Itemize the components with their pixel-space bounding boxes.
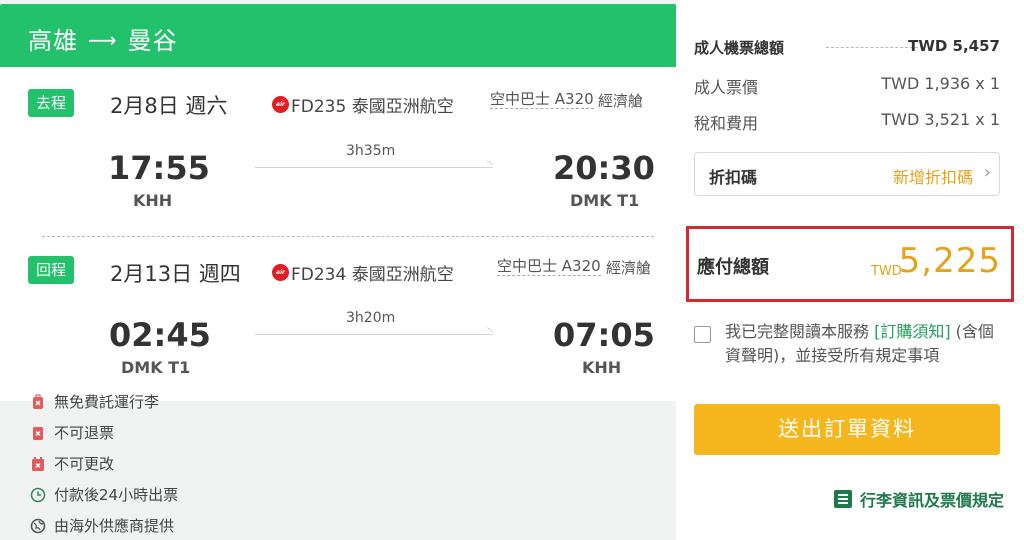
route-header: 高雄 ⟶ 曼谷 — [0, 4, 676, 67]
segment-tag: 回程 — [28, 256, 74, 284]
chevron-right-icon: › — [983, 162, 991, 183]
route-title: 高雄 ⟶ 曼谷 — [28, 21, 178, 56]
terms-text: 我已完整閱讀本服務 [訂購須知] (含個資聲明)，並接受所有規定事項 — [725, 322, 994, 365]
aircraft-type[interactable]: 空中巴士 A320 — [497, 257, 601, 276]
submit-order-button[interactable]: 送出訂單資料 — [694, 404, 1000, 455]
baggage-fare-rules-link[interactable]: 行李資訊及票價規定 — [834, 487, 1004, 511]
flights-card: 去程 2月8日 週六 air FD235 泰國亞洲航空 空中巴士 A320 經濟… — [0, 67, 676, 401]
tax-value: TWD 3,521 x 1 — [881, 110, 1000, 129]
terms-checkbox[interactable] — [694, 326, 711, 343]
note-overseas-supplier: 由海外供應商提供 — [30, 515, 174, 536]
fare-notes: 無免費託運行李 不可退票 不可更改 付款後24小時出票 由海外供應商提供 — [16, 387, 238, 540]
terms-agreement: 我已完整閱讀本服務 [訂購須知] (含個資聲明)，並接受所有規定事項 — [694, 320, 1004, 374]
airasia-logo-icon: air — [272, 96, 289, 113]
departure-airport: DMK T1 — [121, 358, 191, 377]
globe-icon — [30, 518, 46, 534]
return-segment: 回程 2月13日 週四 air FD234 泰國亞洲航空 空中巴士 A320 經… — [0, 235, 676, 395]
outbound-segment: 去程 2月8日 週六 air FD235 泰國亞洲航空 空中巴士 A320 經濟… — [0, 67, 676, 227]
itinerary-panel: 高雄 ⟶ 曼谷 去程 2月8日 週六 air FD235 泰國亞洲航空 空中巴士 A… — [0, 0, 676, 540]
discount-code-button[interactable]: 折扣碼 新增折扣碼 › — [694, 152, 1000, 196]
departure-airport: KHH — [133, 191, 173, 210]
adult-fare-label: 成人票價 — [694, 78, 759, 97]
segment-airline: air FD234 泰國亞洲航空 — [272, 260, 454, 285]
adult-total-label: 成人機票總額 — [694, 39, 785, 57]
add-discount-code-link[interactable]: 新增折扣碼 — [893, 164, 973, 188]
cabin-class: 經濟艙 — [606, 259, 652, 277]
flight-number: FD234 泰國亞洲航空 — [291, 265, 454, 285]
departure-time: 02:45 — [109, 316, 211, 354]
segment-date: 2月8日 週六 — [110, 94, 228, 118]
amount-payable-currency: TWD — [871, 264, 902, 279]
destination-city: 曼谷 — [127, 27, 178, 55]
flight-number: FD235 泰國亞洲航空 — [291, 97, 454, 117]
segment-airline: air FD235 泰國亞洲航空 — [272, 92, 454, 117]
note-no-baggage: 無免費託運行李 — [30, 391, 159, 412]
arrival-airport: KHH — [582, 358, 622, 377]
no-baggage-icon — [30, 393, 46, 410]
terms-link[interactable]: [訂購須知] — [874, 322, 951, 341]
list-icon — [834, 490, 852, 508]
discount-code-label: 折扣碼 — [709, 168, 758, 187]
origin-city: 高雄 — [28, 27, 78, 55]
price-summary-panel: 成人機票總額 TWD 5,457 成人票價 TWD 1,936 x 1 稅和費用… — [676, 0, 1024, 476]
segment-tag: 去程 — [28, 89, 74, 117]
note-no-change: 不可更改 — [30, 453, 114, 474]
note-no-refund: 不可退票 — [30, 422, 114, 443]
segment-date: 2月13日 週四 — [110, 262, 241, 286]
departure-time: 17:55 — [108, 149, 210, 187]
clock-icon — [30, 487, 46, 503]
airasia-logo-icon: air — [272, 264, 289, 281]
cabin-class: 經濟艙 — [598, 92, 644, 110]
no-refund-icon — [30, 425, 46, 441]
amount-payable-label: 應付總額 — [697, 257, 769, 278]
arrival-time: 07:05 — [553, 316, 655, 354]
aircraft-type[interactable]: 空中巴士 A320 — [490, 90, 594, 109]
adult-fare-value: TWD 1,936 x 1 — [881, 74, 1000, 93]
flight-duration: 3h20m — [346, 310, 396, 326]
arrival-airport: DMK T1 — [570, 191, 640, 210]
duration-arrow — [255, 167, 493, 168]
amount-payable-value: 5,225 — [898, 241, 1001, 281]
note-ticketing-time: 付款後24小時出票 — [30, 484, 178, 505]
tax-label: 稅和費用 — [694, 114, 759, 133]
arrival-time: 20:30 — [553, 149, 655, 187]
adult-total-value: TWD 5,457 — [908, 37, 1000, 55]
flight-duration: 3h35m — [346, 143, 396, 159]
amount-payable-box: 應付總額 TWD 5,225 — [686, 226, 1014, 302]
duration-arrow — [255, 334, 493, 335]
no-change-icon — [30, 456, 46, 472]
route-arrow-icon: ⟶ — [88, 28, 118, 52]
